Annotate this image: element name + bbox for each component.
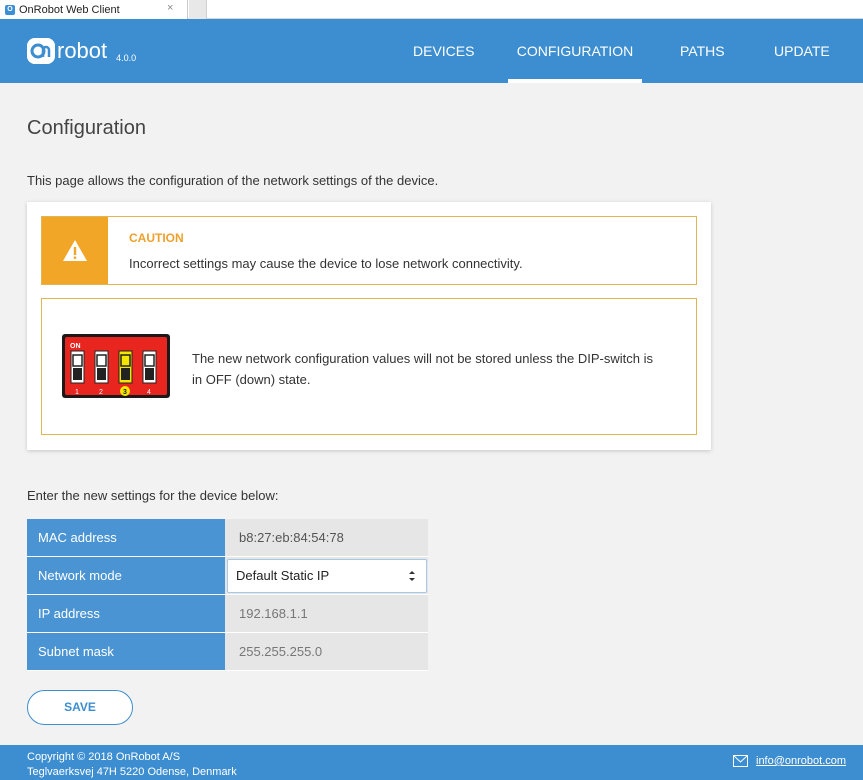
nav-devices[interactable]: DEVICES bbox=[413, 19, 474, 83]
settings-row-subnet: Subnet mask 255.255.255.0 bbox=[27, 633, 428, 671]
footer-address: Teglvaerksvej 47H 5220 Odense, Denmark bbox=[27, 766, 237, 778]
mac-address-value: b8:27:eb:84:54:78 bbox=[225, 519, 428, 556]
network-mode-selected: Default Static IP bbox=[236, 568, 330, 583]
browser-tab[interactable]: O OnRobot Web Client × bbox=[0, 0, 188, 19]
new-tab-button[interactable] bbox=[189, 0, 207, 19]
logo-mark-icon bbox=[27, 38, 55, 64]
footer-copyright: Copyright © 2018 OnRobot A/S bbox=[27, 751, 181, 763]
subnet-mask-label: Subnet mask bbox=[27, 633, 225, 670]
network-mode-select[interactable]: Default Static IP bbox=[227, 559, 427, 593]
dip-switch-box: ON 1 2 3 4 The new network configuration… bbox=[41, 298, 697, 435]
nav-update[interactable]: UPDATE bbox=[774, 19, 830, 83]
nav-paths[interactable]: PATHS bbox=[680, 19, 725, 83]
dip-number-1: 1 bbox=[75, 389, 79, 396]
dip-number-4: 4 bbox=[147, 389, 151, 396]
logo-mark bbox=[27, 38, 55, 64]
dip-number-2: 2 bbox=[99, 389, 103, 396]
mac-address-label: MAC address bbox=[27, 519, 225, 556]
onrobot-logo[interactable]: robot 4.0.0 bbox=[27, 38, 136, 64]
ip-address-label: IP address bbox=[27, 595, 225, 632]
page-title: Configuration bbox=[27, 117, 146, 139]
ip-address-input[interactable]: 192.168.1.1 bbox=[225, 595, 428, 632]
caution-title: CAUTION bbox=[129, 231, 184, 245]
settings-table: MAC address b8:27:eb:84:54:78 Network mo… bbox=[27, 519, 428, 671]
footer-email-link[interactable]: info@onrobot.com bbox=[756, 755, 846, 767]
caution-icon-panel bbox=[42, 217, 108, 284]
settings-row-mac: MAC address b8:27:eb:84:54:78 bbox=[27, 519, 428, 557]
dip-number-3: 3 bbox=[123, 389, 127, 396]
page-footer: Copyright © 2018 OnRobot A/S Teglvaerksv… bbox=[0, 745, 863, 780]
settings-row-ip: IP address 192.168.1.1 bbox=[27, 595, 428, 633]
close-tab-icon[interactable]: × bbox=[167, 2, 173, 14]
dip-on-label: ON bbox=[70, 343, 81, 350]
logo-text: robot bbox=[57, 38, 108, 63]
dip-switch-text: The new network configuration values wil… bbox=[192, 351, 653, 387]
network-mode-label: Network mode bbox=[27, 557, 225, 594]
caution-text: Incorrect settings may cause the device … bbox=[129, 256, 523, 271]
nav-configuration[interactable]: CONFIGURATION bbox=[508, 19, 642, 83]
browser-tab-title: OnRobot Web Client bbox=[19, 3, 120, 16]
app-header: robot 4.0.0 DEVICES CONFIGURATION PATHS … bbox=[0, 19, 863, 83]
save-button[interactable]: SAVE bbox=[27, 690, 133, 725]
page-intro: This page allows the configuration of th… bbox=[27, 173, 439, 188]
browser-tabstrip: O OnRobot Web Client × bbox=[0, 0, 863, 19]
onrobot-favicon-icon: O bbox=[5, 4, 15, 15]
dip-switch-icon: ON 1 2 3 4 bbox=[62, 334, 170, 398]
mail-icon bbox=[733, 755, 748, 767]
settings-row-network-mode: Network mode Default Static IP bbox=[27, 557, 428, 595]
warning-icon bbox=[63, 240, 87, 261]
caution-box: CAUTION Incorrect settings may cause the… bbox=[41, 216, 697, 285]
subnet-mask-input[interactable]: 255.255.255.0 bbox=[225, 633, 428, 670]
notice-card: CAUTION Incorrect settings may cause the… bbox=[27, 202, 711, 450]
app-version: 4.0.0 bbox=[116, 53, 137, 63]
settings-prompt: Enter the new settings for the device be… bbox=[27, 488, 279, 503]
